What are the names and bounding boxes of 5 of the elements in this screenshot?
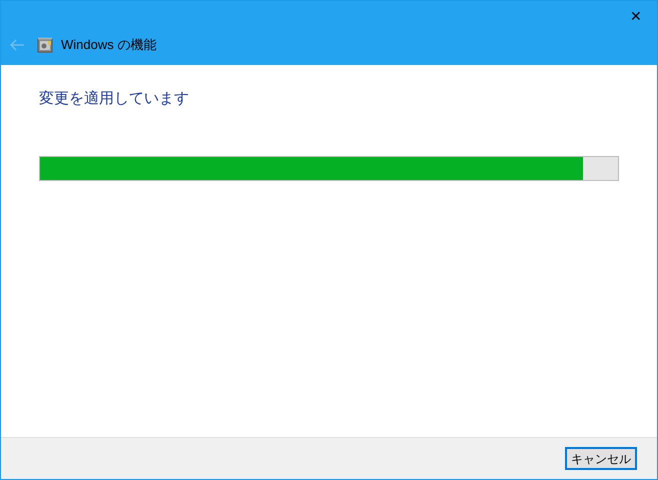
window-features-icon	[37, 36, 53, 53]
window-title: Windows の機能	[61, 36, 156, 54]
cancel-button[interactable]: キャンセル	[565, 447, 637, 470]
close-button[interactable]: ✕	[623, 5, 649, 27]
status-heading: 変更を適用しています	[39, 88, 190, 109]
